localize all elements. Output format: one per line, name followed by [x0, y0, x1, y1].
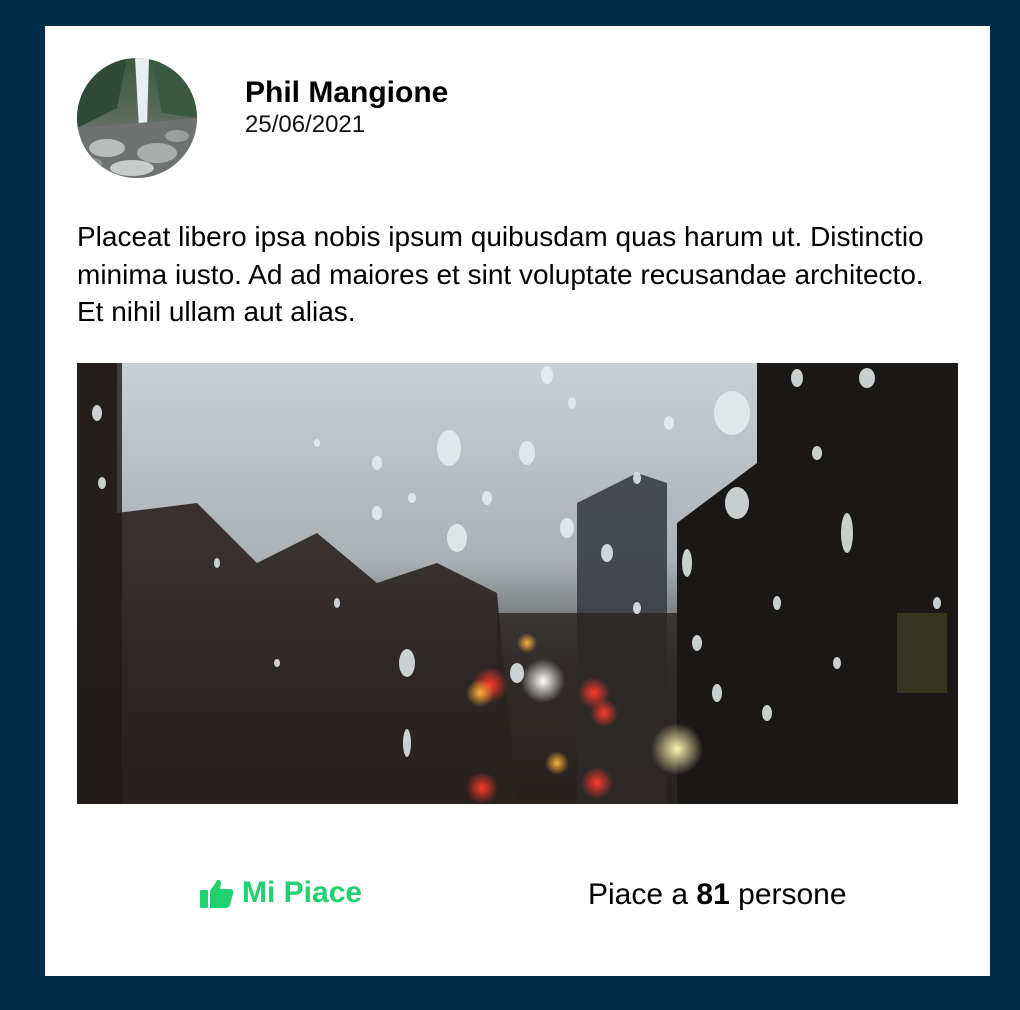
author-name[interactable]: Phil Mangione — [245, 76, 448, 110]
like-button-label: Mi Piace — [242, 876, 363, 909]
likes-counter: Piace a 81 persone — [588, 878, 847, 912]
likes-prefix: Piace a — [588, 878, 689, 911]
post-image — [77, 363, 958, 804]
post-card: Phil Mangione 25/06/2021 Placeat libero … — [45, 26, 990, 976]
post-header: Phil Mangione 25/06/2021 — [77, 58, 448, 178]
like-button[interactable]: Mi Piace — [200, 876, 362, 910]
author-avatar — [77, 58, 197, 178]
post-footer: Mi Piace Piace a 81 persone — [45, 866, 990, 926]
likes-count: 81 — [696, 878, 730, 911]
post-date: 25/06/2021 — [245, 111, 366, 138]
thumbs-up-icon — [200, 878, 234, 908]
likes-suffix: persone — [738, 878, 847, 911]
post-text: Placeat libero ipsa nobis ipsum quibusda… — [77, 221, 924, 327]
author-info: Phil Mangione 25/06/2021 — [245, 76, 448, 140]
